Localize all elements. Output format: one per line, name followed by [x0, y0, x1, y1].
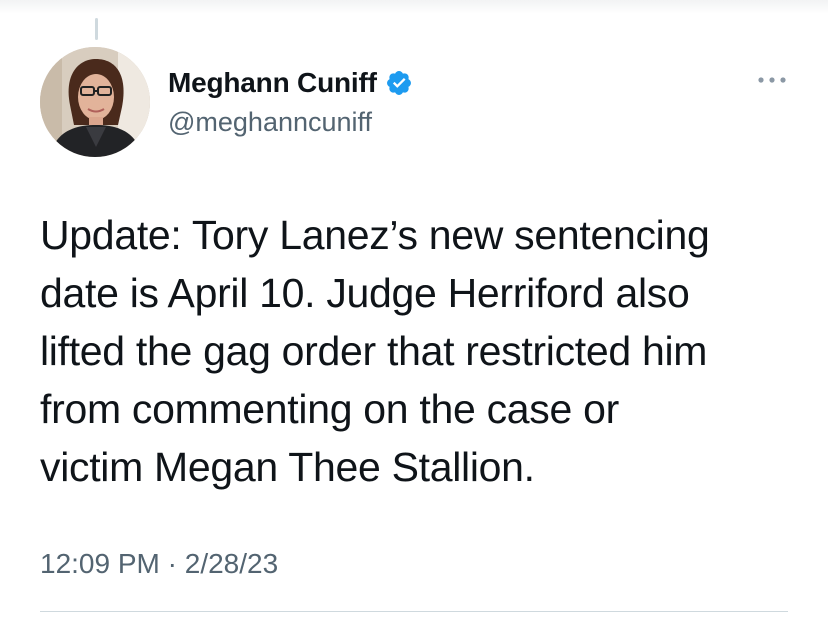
- tweet-time[interactable]: 12:09 PM: [40, 548, 160, 579]
- author-handle[interactable]: @meghanncuniff: [168, 107, 372, 138]
- avatar[interactable]: [40, 47, 150, 157]
- previous-tweet-edge: [0, 0, 828, 14]
- author-name-row[interactable]: Meghann Cuniff: [168, 67, 413, 99]
- thread-connector-line: [95, 18, 98, 40]
- tweet-timestamp[interactable]: 12:09 PM · 2/28/23: [40, 548, 278, 580]
- tweet-date[interactable]: 2/28/23: [185, 548, 278, 579]
- avatar-photo: [40, 47, 150, 157]
- more-options-icon[interactable]: [755, 72, 789, 88]
- divider: [40, 611, 788, 612]
- tweet-text: Update: Tory Lanez’s new sentencing date…: [40, 212, 710, 490]
- verified-badge-icon: [385, 69, 413, 97]
- timestamp-separator: ·: [159, 548, 185, 579]
- author-display-name[interactable]: Meghann Cuniff: [168, 67, 377, 99]
